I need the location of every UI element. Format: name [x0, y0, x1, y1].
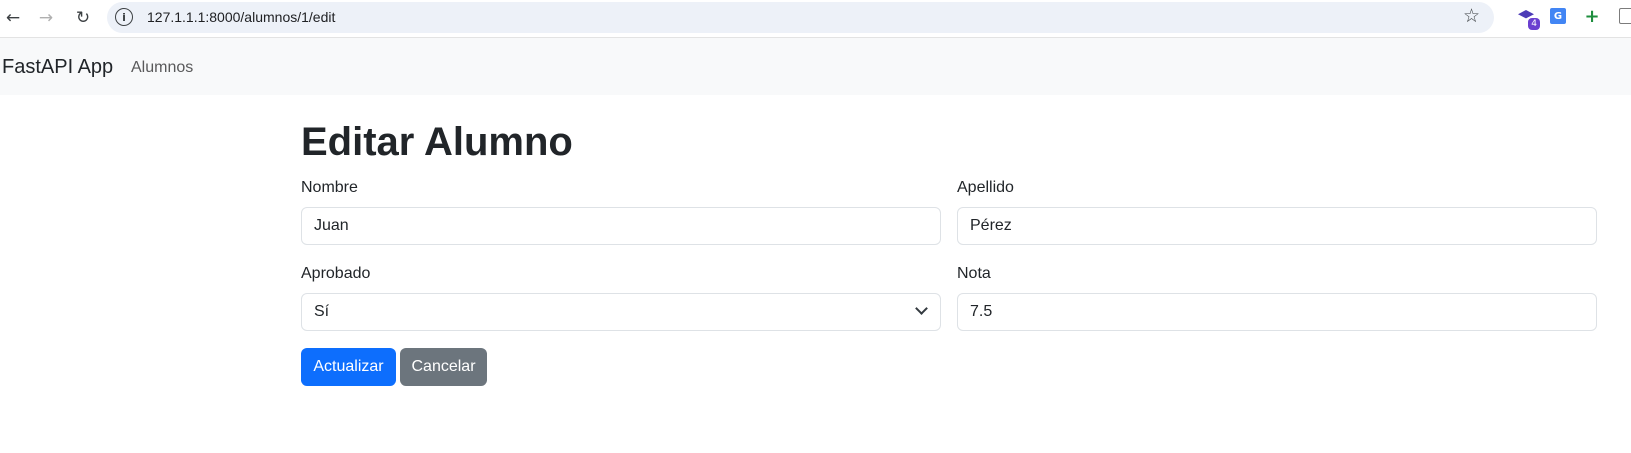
update-button[interactable]: Actualizar — [301, 348, 396, 386]
nombre-value: Juan — [314, 217, 349, 234]
aprobado-label: Aprobado — [301, 265, 371, 282]
page-title: Editar Alumno — [301, 120, 573, 164]
apellido-label: Apellido — [957, 179, 1014, 196]
extension-graduation-cap-icon[interactable]: 4 — [1516, 6, 1540, 30]
browser-toolbar: ← → ↻ i 127.1.1.1:8000/alumnos/1/edit ☆ … — [0, 0, 1631, 38]
apellido-field[interactable]: Pérez — [957, 207, 1597, 245]
forward-arrow-icon[interactable]: → — [33, 5, 59, 31]
nav-link-alumnos[interactable]: Alumnos — [131, 59, 193, 77]
aprobado-value: Sí — [314, 303, 330, 320]
nota-label: Nota — [957, 265, 991, 282]
info-icon[interactable]: i — [115, 8, 133, 26]
nota-value: 7.5 — [970, 303, 993, 320]
nota-field[interactable]: 7.5 — [957, 293, 1597, 331]
url-text[interactable]: 127.1.1.1:8000/alumnos/1/edit — [147, 9, 335, 25]
aprobado-select[interactable]: Sí — [301, 293, 941, 331]
reload-icon[interactable]: ↻ — [70, 5, 96, 31]
nombre-field[interactable]: Juan — [301, 207, 941, 245]
address-bar[interactable]: i 127.1.1.1:8000/alumnos/1/edit ☆ — [107, 2, 1494, 33]
navbar-brand[interactable]: FastAPI App — [2, 56, 113, 79]
cancel-button[interactable]: Cancelar — [400, 348, 487, 386]
side-panel-icon[interactable] — [1616, 6, 1631, 26]
nombre-label: Nombre — [301, 179, 358, 196]
apellido-value: Pérez — [970, 217, 1012, 234]
translate-extension-icon[interactable]: G — [1548, 6, 1568, 26]
extension-badge: 4 — [1528, 18, 1540, 30]
star-icon[interactable]: ☆ — [1463, 5, 1480, 27]
back-arrow-icon[interactable]: ← — [0, 5, 26, 31]
plus-extension-icon[interactable]: + — [1582, 6, 1602, 27]
chevron-down-icon — [915, 302, 928, 315]
app-navbar: FastAPI App Alumnos — [0, 38, 1631, 95]
